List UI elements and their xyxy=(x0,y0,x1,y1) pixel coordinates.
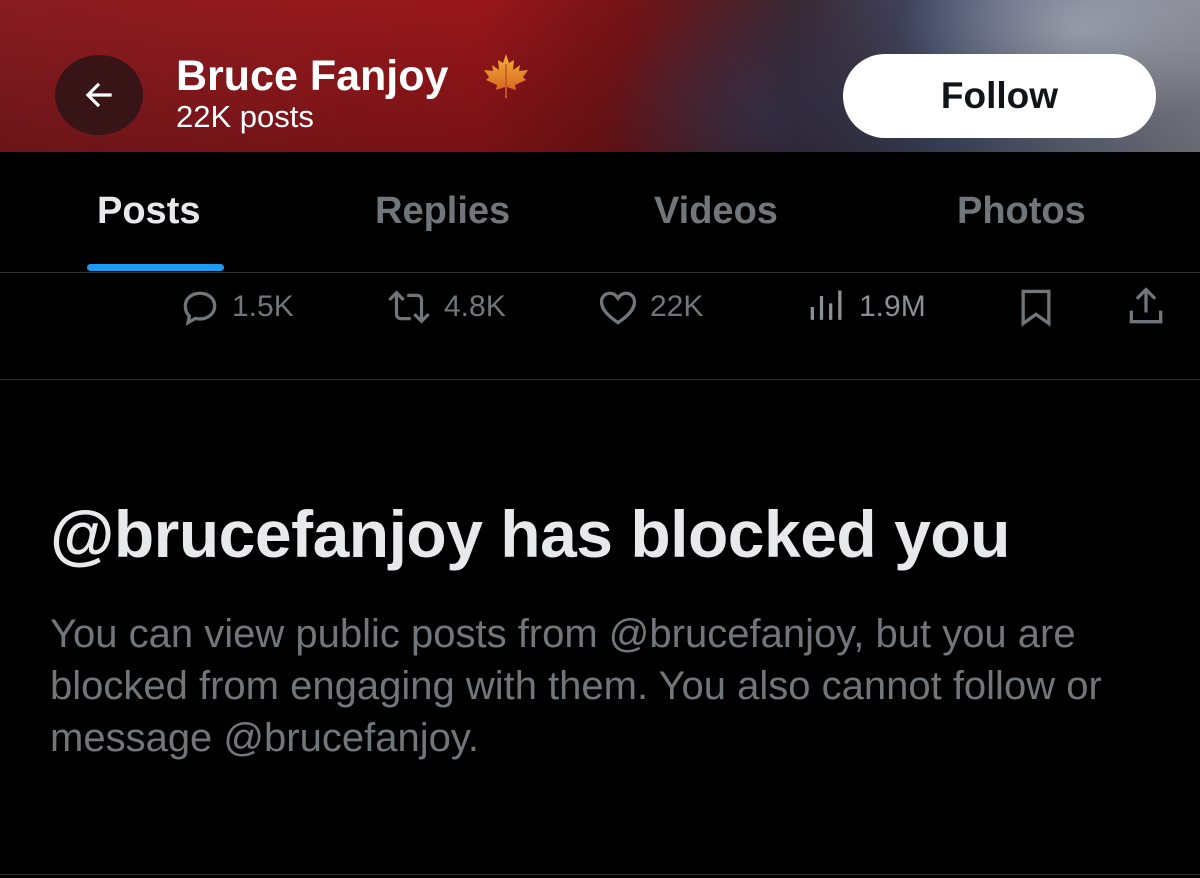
tab-videos[interactable]: Videos xyxy=(654,190,778,233)
blocked-heading: @brucefanjoy has blocked you xyxy=(50,497,1010,571)
profile-page: Bruce Fanjoy 22K posts Follow Posts Repl… xyxy=(0,0,1200,878)
views-icon xyxy=(810,290,842,320)
active-tab-indicator xyxy=(87,264,224,271)
blocked-description: You can view public posts from @brucefan… xyxy=(50,612,1102,760)
bookmark-action[interactable] xyxy=(1014,285,1058,329)
reply-count: 1.5K xyxy=(232,290,294,323)
back-arrow-icon xyxy=(85,82,112,108)
views-action[interactable]: 1.9M xyxy=(805,285,926,329)
follow-button[interactable]: Follow xyxy=(843,54,1156,138)
tab-posts[interactable]: Posts xyxy=(97,190,200,233)
heart-icon xyxy=(599,291,637,325)
maple-leaf-icon xyxy=(484,54,528,98)
reply-action[interactable]: 1.5K xyxy=(178,285,294,329)
repost-count: 4.8K xyxy=(444,290,506,323)
bookmark-icon xyxy=(1021,289,1051,327)
share-action[interactable] xyxy=(1124,285,1168,329)
views-count: 1.9M xyxy=(859,290,926,323)
profile-tabs: Posts Replies Videos Photos xyxy=(0,152,1200,273)
reply-icon xyxy=(183,291,217,326)
repost-action[interactable]: 4.8K xyxy=(384,285,506,329)
post-action-bar: 1.5K 4.8K 22K 1.9M xyxy=(0,273,1200,380)
bottom-divider xyxy=(0,874,1200,875)
repost-icon xyxy=(388,290,430,324)
tab-photos[interactable]: Photos xyxy=(957,190,1086,233)
back-button[interactable] xyxy=(55,55,143,135)
share-icon xyxy=(1129,287,1163,324)
post-count: 22K posts xyxy=(176,99,314,134)
like-action[interactable]: 22K xyxy=(596,285,703,329)
tab-replies[interactable]: Replies xyxy=(375,190,510,233)
like-count: 22K xyxy=(650,290,704,323)
profile-name: Bruce Fanjoy xyxy=(176,52,449,100)
